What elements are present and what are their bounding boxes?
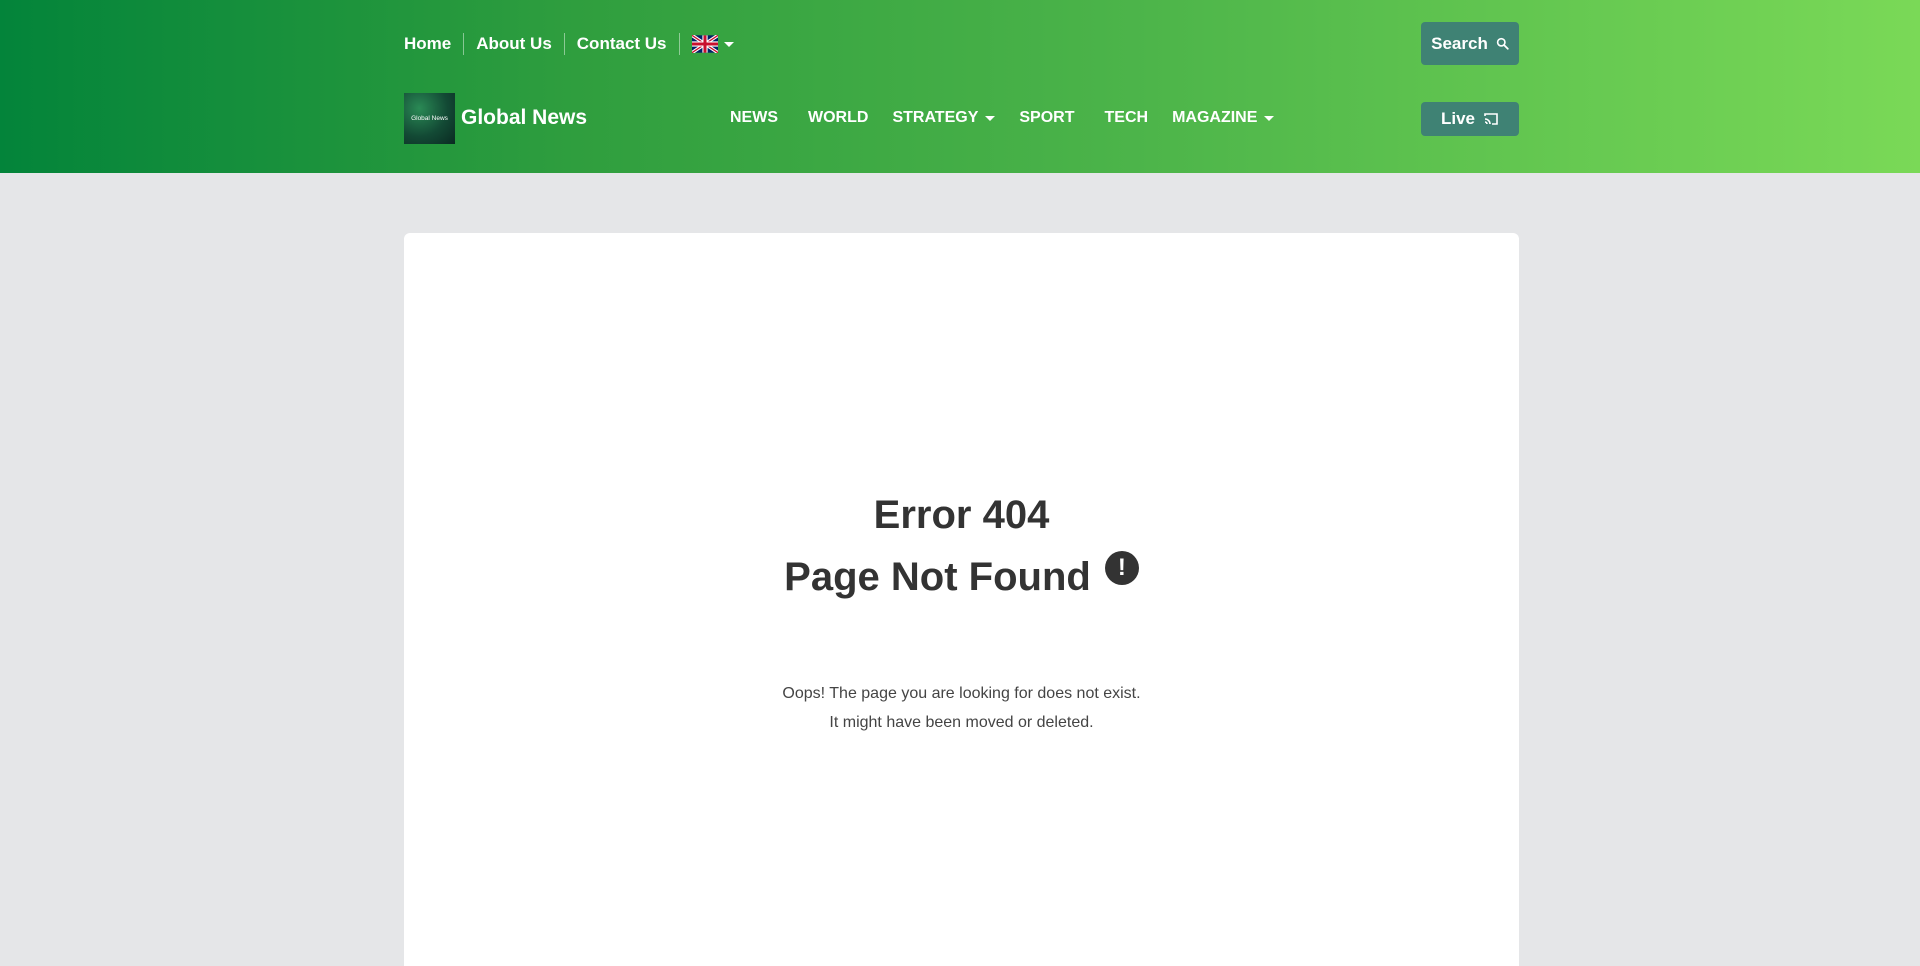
error-description-line-1: Oops! The page you are looking for does … [782,685,1141,702]
nav-item-label: MAGAZINE [1172,109,1258,126]
error-code-heading: Error 404 [873,493,1050,537]
page-not-found-text: Page Not Found [784,555,1091,599]
nav-item-world[interactable]: WORLD [808,109,868,127]
error-card: Error 404 Page Not Found ! Oops! The pag… [404,233,1519,966]
nav-item-label: NEWS [730,109,778,126]
about-us-link[interactable]: About Us [463,33,564,55]
chevron-down-icon [985,115,996,121]
top-bar: Home About Us Contact Us Search [404,22,1519,66]
nav-item-news[interactable]: NEWS [730,109,778,127]
live-label: Live [1440,109,1476,128]
exclamation-icon: ! [1104,551,1139,585]
brand-name: Global News [461,106,588,129]
search-button[interactable]: Search [1421,22,1519,65]
nav-item-label: TECH [1104,109,1149,126]
nav-item-tech[interactable]: TECH [1105,109,1149,127]
search-label: Search [1431,33,1488,53]
logo: Global News [404,92,455,144]
chevron-down-icon [723,41,734,47]
search-icon [1496,37,1509,50]
live-button[interactable]: Live [1421,102,1519,136]
cast-icon [1484,113,1498,125]
site-header: Home About Us Contact Us Search Global N… [0,0,1920,173]
nav-item-sport[interactable]: SPORT [1019,109,1074,127]
language-selector[interactable] [678,33,746,55]
nav-item-label: SPORT [1019,109,1075,126]
uk-flag-icon [691,35,718,53]
page-not-found-heading: Page Not Found ! [404,551,1519,600]
home-link[interactable]: Home [404,33,463,55]
main-navbar: Global News Global News NEWS WORLD STRAT… [404,92,1519,146]
brand[interactable]: Global News Global News [404,92,587,144]
chevron-down-icon [1264,115,1275,121]
main-nav: NEWS WORLD STRATEGY SPORT TECH MAGAZINE [730,92,1275,144]
nav-item-label: WORLD [808,109,869,126]
logo-text: Global News [411,114,448,122]
nav-item-magazine[interactable]: MAGAZINE [1172,109,1275,127]
contact-us-link[interactable]: Contact Us [563,33,679,55]
top-links: Home About Us Contact Us [404,22,746,66]
nav-item-strategy[interactable]: STRATEGY [892,109,996,127]
nav-item-label: STRATEGY [892,109,979,126]
error-description-line-2: It might have been moved or deleted. [829,714,1094,731]
